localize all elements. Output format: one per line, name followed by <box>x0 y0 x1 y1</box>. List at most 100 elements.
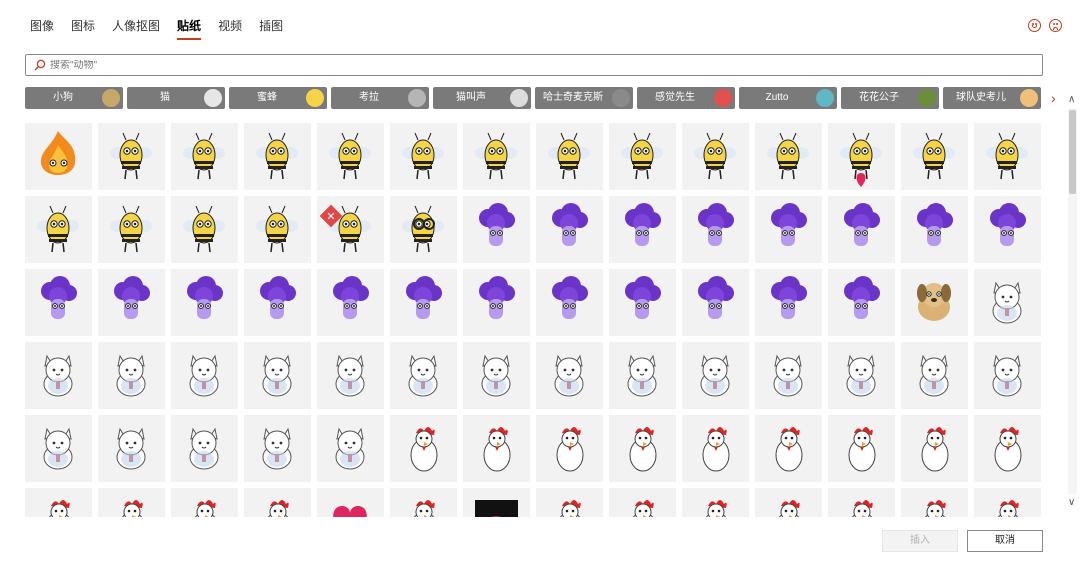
sticker-item[interactable] <box>828 415 895 482</box>
sticker-item[interactable] <box>463 196 530 263</box>
sticker-item[interactable] <box>25 123 92 190</box>
sticker-item[interactable] <box>25 415 92 482</box>
sticker-item[interactable] <box>98 196 165 263</box>
sticker-item[interactable] <box>98 269 165 336</box>
sticker-item[interactable] <box>609 196 676 263</box>
category-chip[interactable]: 蜜蜂 <box>229 87 327 109</box>
sticker-item[interactable] <box>390 415 457 482</box>
sticker-item[interactable] <box>25 269 92 336</box>
sticker-item[interactable] <box>390 342 457 409</box>
scroll-up-icon[interactable]: ∧ <box>1068 94 1075 105</box>
sticker-item[interactable] <box>609 488 676 517</box>
sticker-item[interactable] <box>317 415 384 482</box>
tab-4[interactable]: 视频 <box>218 14 242 40</box>
sticker-item[interactable] <box>755 196 822 263</box>
sticker-item[interactable] <box>244 488 311 517</box>
sticker-item[interactable] <box>463 488 530 517</box>
sticker-item[interactable] <box>974 123 1041 190</box>
sticker-item[interactable] <box>974 488 1041 517</box>
category-chip[interactable]: 哈士奇麦克斯 <box>535 87 633 109</box>
category-chip[interactable]: 球队史考儿 <box>943 87 1041 109</box>
sticker-item[interactable] <box>244 196 311 263</box>
sticker-item[interactable] <box>244 342 311 409</box>
sticker-item[interactable] <box>244 269 311 336</box>
tab-5[interactable]: 插图 <box>259 14 283 40</box>
sticker-item[interactable] <box>171 196 238 263</box>
sticker-item[interactable] <box>901 196 968 263</box>
chevron-right-icon[interactable]: › <box>1051 90 1056 106</box>
sticker-item[interactable] <box>609 123 676 190</box>
sticker-item[interactable] <box>317 123 384 190</box>
search-input[interactable] <box>50 59 950 71</box>
scroll-down-icon[interactable]: ∨ <box>1068 497 1075 508</box>
sticker-item[interactable] <box>25 488 92 517</box>
sticker-item[interactable] <box>828 342 895 409</box>
sticker-item[interactable] <box>901 415 968 482</box>
category-chip[interactable]: 考拉 <box>331 87 429 109</box>
sticker-item[interactable] <box>463 123 530 190</box>
sticker-item[interactable] <box>682 269 749 336</box>
sticker-item[interactable] <box>463 415 530 482</box>
category-chip[interactable]: 猫叫声 <box>433 87 531 109</box>
sticker-item[interactable] <box>244 415 311 482</box>
sticker-item[interactable] <box>901 123 968 190</box>
sticker-item[interactable] <box>828 196 895 263</box>
category-chip[interactable]: Zutto <box>739 87 837 109</box>
sticker-item[interactable] <box>828 269 895 336</box>
sticker-item[interactable] <box>463 269 530 336</box>
sticker-item[interactable] <box>98 415 165 482</box>
sticker-item[interactable] <box>536 488 603 517</box>
sticker-item[interactable] <box>828 123 895 190</box>
sticker-item[interactable] <box>536 123 603 190</box>
sticker-item[interactable] <box>390 269 457 336</box>
sticker-item[interactable] <box>536 415 603 482</box>
category-chip[interactable]: 猫 <box>127 87 225 109</box>
sticker-item[interactable] <box>171 342 238 409</box>
sticker-item[interactable] <box>682 196 749 263</box>
sticker-item[interactable] <box>171 123 238 190</box>
sticker-item[interactable] <box>609 342 676 409</box>
sticker-item[interactable] <box>25 196 92 263</box>
scrollbar-thumb[interactable] <box>1069 110 1076 194</box>
sticker-item[interactable] <box>390 488 457 517</box>
tab-1[interactable]: 图标 <box>71 14 95 40</box>
sticker-item[interactable] <box>536 196 603 263</box>
sticker-item[interactable] <box>317 488 384 517</box>
smile-icon[interactable] <box>1028 19 1041 32</box>
sticker-item[interactable] <box>755 123 822 190</box>
sticker-item[interactable] <box>755 488 822 517</box>
sticker-item[interactable] <box>536 269 603 336</box>
category-chip[interactable]: 感觉先生 <box>637 87 735 109</box>
category-chip[interactable]: 花花公子 <box>841 87 939 109</box>
sticker-item[interactable] <box>828 488 895 517</box>
sticker-item[interactable] <box>974 342 1041 409</box>
sticker-item[interactable] <box>901 342 968 409</box>
sticker-item[interactable] <box>536 342 603 409</box>
sticker-item[interactable] <box>390 123 457 190</box>
frown-icon[interactable] <box>1049 19 1062 32</box>
sticker-item[interactable] <box>171 488 238 517</box>
sticker-item[interactable] <box>609 415 676 482</box>
sticker-item[interactable] <box>317 269 384 336</box>
sticker-item[interactable] <box>682 415 749 482</box>
sticker-item[interactable]: ✕ <box>317 196 384 263</box>
sticker-item[interactable] <box>974 269 1041 336</box>
sticker-item[interactable] <box>609 269 676 336</box>
sticker-item[interactable] <box>901 488 968 517</box>
tab-0[interactable]: 图像 <box>30 14 54 40</box>
sticker-item[interactable] <box>98 342 165 409</box>
sticker-item[interactable] <box>974 196 1041 263</box>
sticker-item[interactable] <box>98 123 165 190</box>
tab-3[interactable]: 贴纸 <box>177 14 202 40</box>
sticker-item[interactable] <box>171 269 238 336</box>
sticker-item[interactable] <box>682 342 749 409</box>
sticker-item[interactable] <box>98 488 165 517</box>
sticker-item[interactable] <box>682 123 749 190</box>
sticker-item[interactable] <box>463 342 530 409</box>
sticker-item[interactable] <box>682 488 749 517</box>
sticker-item[interactable] <box>901 269 968 336</box>
tab-2[interactable]: 人像抠图 <box>112 14 160 40</box>
sticker-item[interactable] <box>390 196 457 263</box>
sticker-item[interactable] <box>974 415 1041 482</box>
category-chip[interactable]: 小狗 <box>25 87 123 109</box>
